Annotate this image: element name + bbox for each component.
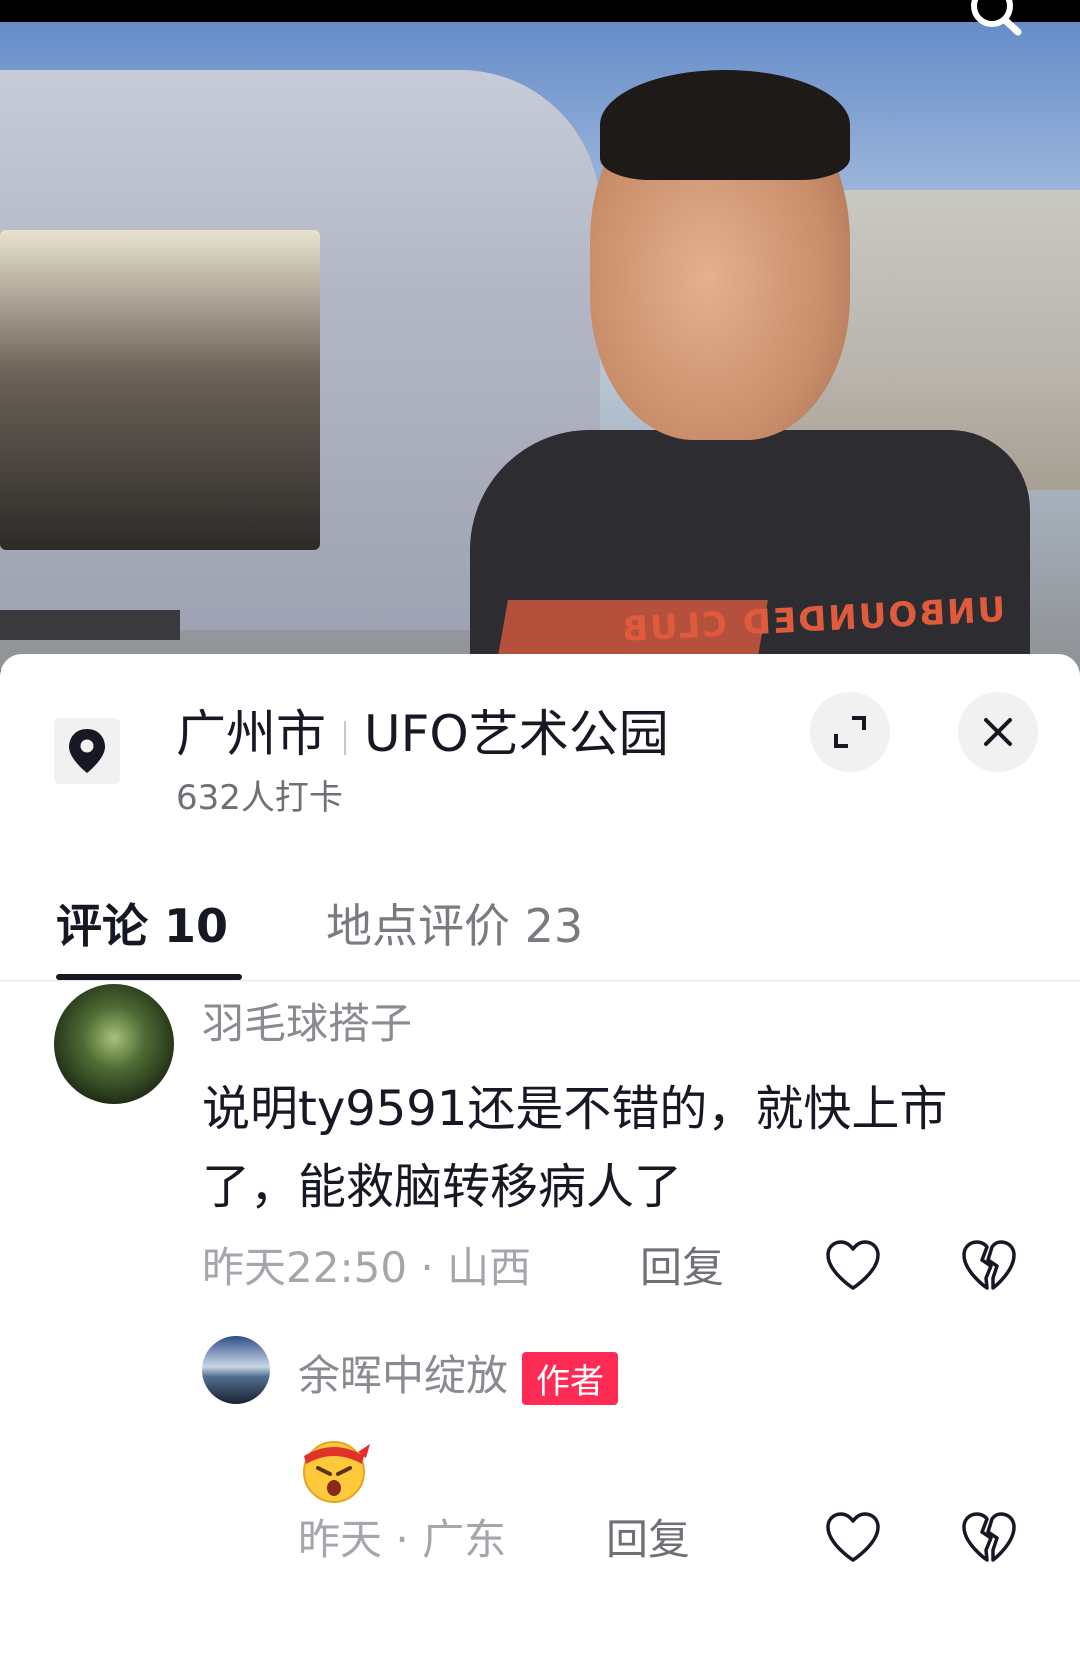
meta-dot: · (395, 1515, 423, 1564)
video-frame[interactable]: UNBOUNDED CLUB (0, 0, 1080, 680)
broken-heart-icon[interactable] (960, 1510, 1018, 1564)
author-badge: 作者 (522, 1352, 619, 1405)
location-panel: 广州市 UFO艺术公园 632人打卡 评论 10 地点评价 23 羽毛球搭子 说明… (0, 654, 1080, 1658)
tab-place-reviews[interactable]: 地点评价 23 (326, 890, 583, 956)
heart-outline-icon[interactable] (824, 1510, 882, 1564)
checkin-count: 632人打卡 (176, 778, 343, 818)
avatar[interactable] (54, 984, 174, 1104)
shirt: UNBOUNDED CLUB (470, 430, 1030, 680)
comment-time: 昨天22:50 (202, 1243, 408, 1292)
location-pin-icon (54, 718, 120, 784)
tab-comments[interactable]: 评论 10 (56, 890, 228, 956)
comment-region: 山西 (447, 1243, 532, 1292)
broken-heart-icon[interactable] (960, 1238, 1018, 1292)
title-divider (344, 720, 346, 755)
reply-username-row: 余晖中绽放 作者 (298, 1342, 619, 1405)
expand-icon (834, 716, 866, 748)
person-image: UNBOUNDED CLUB (470, 70, 1030, 680)
close-icon (984, 718, 1012, 746)
close-button[interactable] (958, 692, 1038, 772)
tab-bar: 评论 10 地点评价 23 (0, 890, 1080, 981)
comment-text[interactable]: 说明ty9591还是不错的，就快上市了，能救脑转移病人了 (202, 1070, 1042, 1226)
truck-windshield (0, 230, 320, 550)
expand-button[interactable] (810, 692, 890, 772)
comment-meta: 昨天22:50 · 山西 (202, 1234, 531, 1295)
comment-username[interactable]: 羽毛球搭子 (202, 990, 412, 1051)
shirt-text: UNBOUNDED CLUB (619, 589, 1007, 651)
heart-outline-icon[interactable] (824, 1238, 882, 1292)
avatar[interactable] (202, 1336, 270, 1404)
reply-meta: 昨天 · 广东 (298, 1506, 506, 1567)
reply-button[interactable]: 回复 (606, 1506, 690, 1567)
status-bar (0, 0, 1080, 22)
reply-time: 昨天 (298, 1515, 383, 1564)
active-tab-indicator (56, 974, 242, 980)
reply-username[interactable]: 余晖中绽放 (298, 1351, 508, 1400)
reply-region: 广东 (422, 1515, 507, 1564)
place-name: UFO艺术公园 (364, 705, 669, 763)
reply-button[interactable]: 回复 (640, 1234, 724, 1295)
search-icon[interactable] (966, 0, 1022, 42)
angry-face-headband-emoji (296, 1434, 372, 1504)
truck-grille (0, 610, 180, 640)
hair (600, 70, 850, 180)
city-name: 广州市 (176, 705, 326, 763)
location-title[interactable]: 广州市 UFO艺术公园 (176, 694, 669, 766)
meta-dot: · (420, 1243, 448, 1292)
